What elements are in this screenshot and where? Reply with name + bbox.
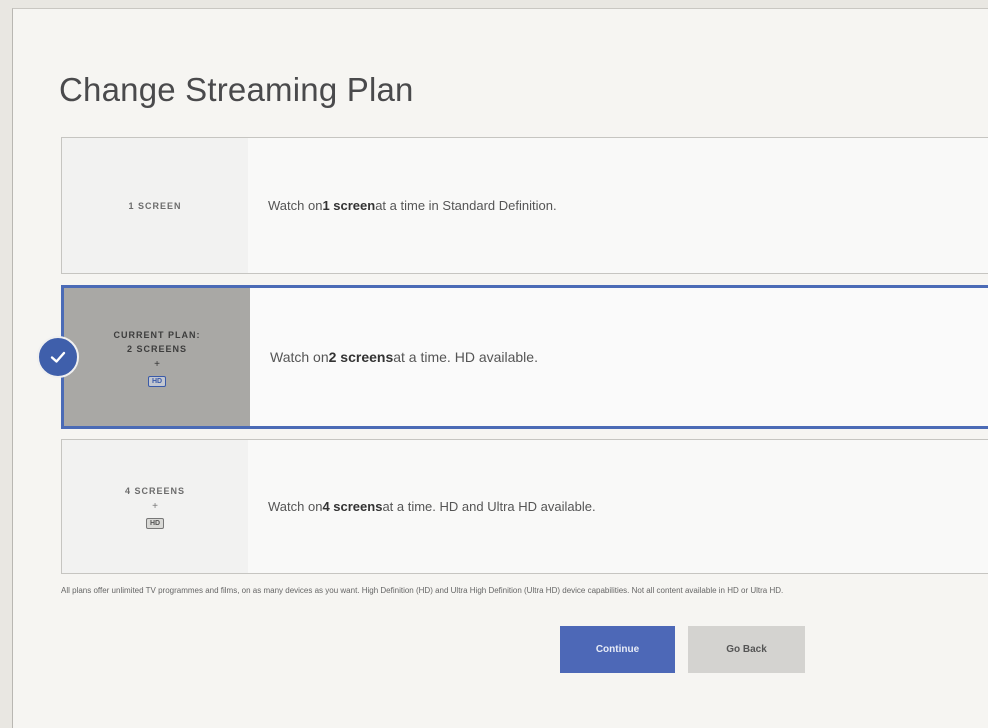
plan-label-column: CURRENT PLAN: 2 SCREENS + HD <box>64 288 250 426</box>
plans-footnote: All plans offer unlimited TV programmes … <box>61 586 784 595</box>
plan-description: Watch on 2 screens at a time. HD availab… <box>250 288 988 426</box>
plan-desc-text: Watch on <box>268 499 323 514</box>
current-plan-label: CURRENT PLAN: <box>113 329 201 340</box>
plan-option-2-screens[interactable]: CURRENT PLAN: 2 SCREENS + HD Watch on 2 … <box>61 285 988 429</box>
change-plan-page: Change Streaming Plan 1 SCREEN Watch on … <box>12 8 988 728</box>
plus-separator: + <box>152 501 158 512</box>
plan-description: Watch on 4 screens at a time. HD and Ult… <box>248 440 988 573</box>
plan-desc-bold: 2 screens <box>328 349 394 365</box>
plan-desc-text: Watch on <box>270 349 329 365</box>
plan-desc-text: at a time. HD and Ultra HD available. <box>382 499 596 514</box>
plan-desc-text: Watch on <box>268 198 323 213</box>
plan-desc-bold: 4 screens <box>322 499 383 514</box>
go-back-button[interactable]: Go Back <box>688 626 805 673</box>
hd-badge-icon: HD <box>147 375 167 387</box>
continue-button[interactable]: Continue <box>560 626 675 673</box>
plan-label-column: 4 SCREENS + HD <box>62 440 248 573</box>
plan-name: 4 SCREENS <box>124 486 186 496</box>
plan-name: 1 SCREEN <box>128 200 182 211</box>
plan-label-column: 1 SCREEN <box>62 138 248 273</box>
page-title: Change Streaming Plan <box>59 71 414 108</box>
plan-option-1-screen[interactable]: 1 SCREEN Watch on 1 screen at a time in … <box>61 137 988 274</box>
plan-description: Watch on 1 screen at a time in Standard … <box>248 138 988 273</box>
checkmark-icon <box>37 336 79 378</box>
plan-name: 2 SCREENS <box>126 343 188 354</box>
plan-desc-text: at a time in Standard Definition. <box>375 198 557 213</box>
plan-desc-bold: 1 screen <box>322 198 376 213</box>
hd-badge-icon: HD <box>145 518 165 529</box>
plus-separator: + <box>154 358 160 370</box>
plan-option-4-screens[interactable]: 4 SCREENS + HD Watch on 4 screens at a t… <box>61 439 988 574</box>
plan-desc-text: at a time. HD available. <box>393 349 538 365</box>
